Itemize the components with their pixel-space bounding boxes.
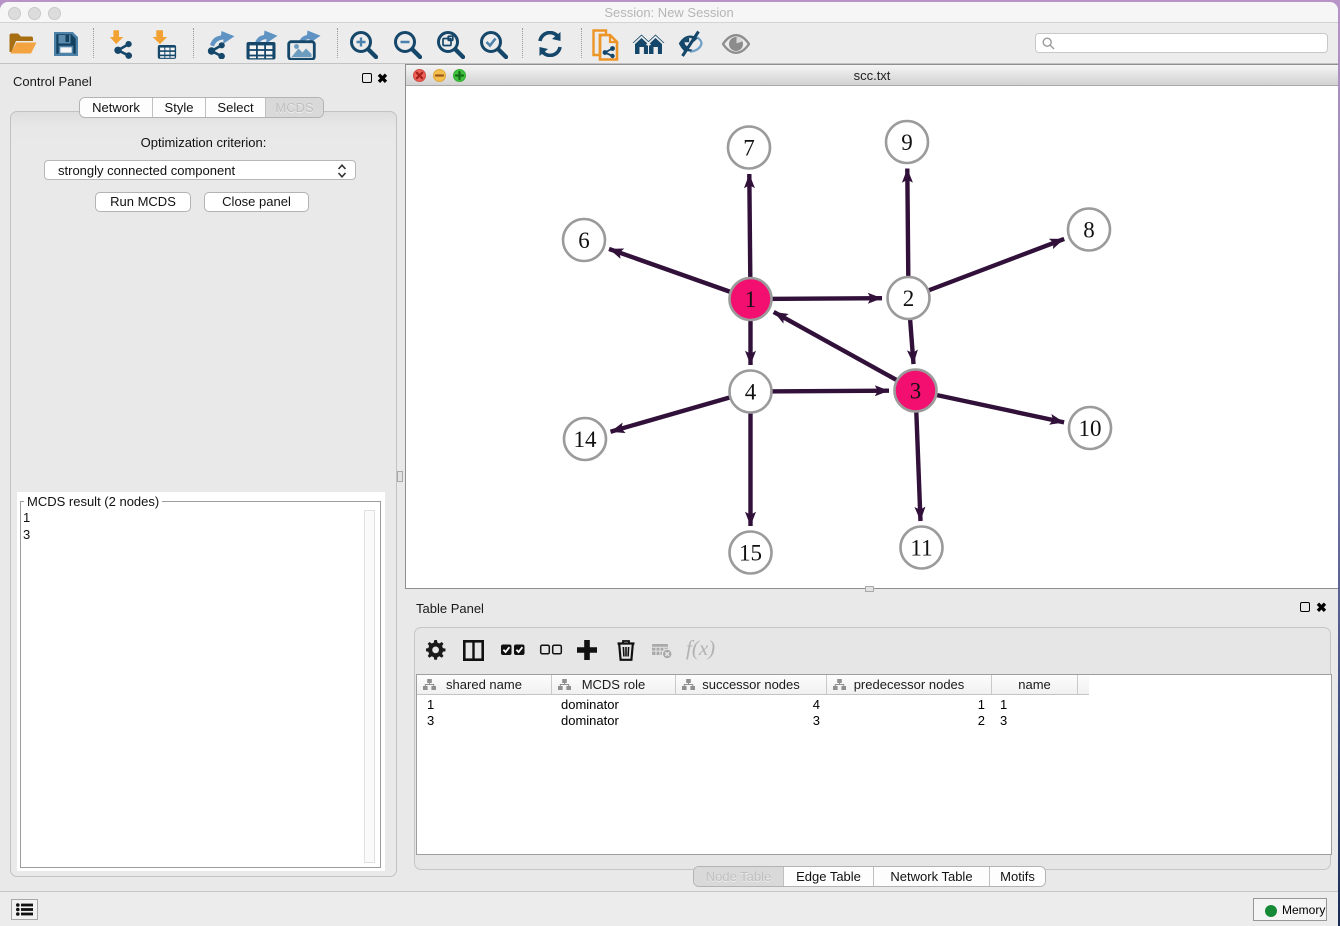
svg-text:4: 4	[745, 380, 757, 405]
svg-text:10: 10	[1079, 416, 1102, 441]
svg-text:11: 11	[910, 536, 932, 561]
svg-text:9: 9	[901, 130, 913, 155]
svg-text:8: 8	[1083, 218, 1095, 243]
svg-text:2: 2	[903, 286, 915, 311]
svg-text:15: 15	[739, 541, 762, 566]
svg-text:3: 3	[910, 379, 922, 404]
svg-text:1: 1	[745, 287, 757, 312]
svg-text:7: 7	[743, 136, 755, 161]
svg-text:6: 6	[578, 228, 590, 253]
svg-text:14: 14	[574, 427, 598, 452]
